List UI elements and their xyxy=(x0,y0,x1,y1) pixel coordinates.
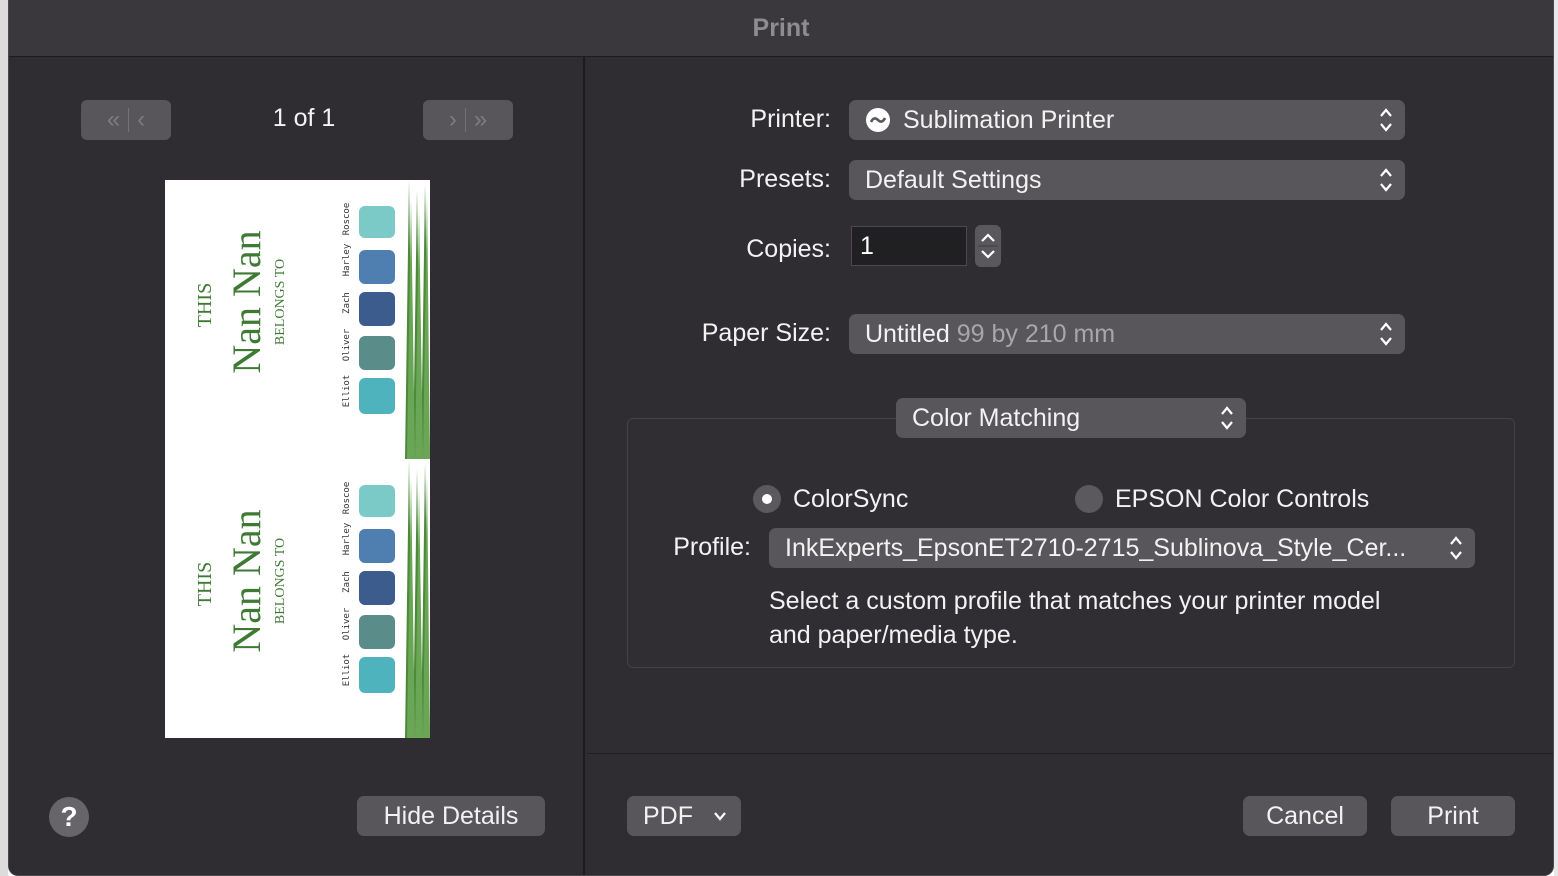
preview-pane: « ‹ 1 of 1 › » THIS Nan Nan BELONGS TO E… xyxy=(9,57,585,875)
dialog-title: Print xyxy=(9,0,1553,57)
sticker-belongs: BELONGS TO xyxy=(273,537,288,625)
nav-separator xyxy=(128,108,130,132)
sticker-kid-name: Zach xyxy=(342,571,352,593)
print-dialog: Print « ‹ 1 of 1 › » THIS Nan Nan BELONG… xyxy=(8,0,1554,876)
sticker-top: THIS Nan Nan BELONGS TO Elliot Oliver Za… xyxy=(165,180,430,459)
presets-label: Presets: xyxy=(739,165,831,193)
grass-illustration xyxy=(405,459,430,738)
pdf-menu-button[interactable]: PDF xyxy=(627,796,741,836)
epson-color-controls-label[interactable]: EPSON Color Controls xyxy=(1115,485,1369,514)
sticker-name: Nan Nan xyxy=(224,509,269,653)
panel-value: Color Matching xyxy=(912,403,1081,432)
background-window-edge-right xyxy=(1554,0,1558,876)
hide-details-button[interactable]: Hide Details xyxy=(357,796,545,836)
updown-chevron-icon xyxy=(1450,536,1462,560)
paper-size-name: Untitled xyxy=(865,319,950,348)
page-preview: THIS Nan Nan BELONGS TO Elliot Oliver Za… xyxy=(165,180,430,738)
paper-size-select[interactable]: Untitled 99 by 210 mm xyxy=(849,314,1405,354)
prev-page-buttons[interactable]: « ‹ xyxy=(81,100,171,140)
epson-color-controls-radio[interactable] xyxy=(1075,485,1103,513)
print-button[interactable]: Print xyxy=(1391,796,1515,836)
sticker-kid-name: Elliot xyxy=(342,374,352,408)
footer-divider xyxy=(587,753,1553,754)
sticker-kid-name: Roscoe xyxy=(342,481,352,515)
pdf-label: PDF xyxy=(643,801,693,830)
sticker-kid-name: Elliot xyxy=(342,653,352,687)
profile-label: Profile: xyxy=(673,533,751,561)
profile-select[interactable]: InkExperts_EpsonET2710-2715_Sublinova_St… xyxy=(769,528,1475,568)
sticker-this: THIS xyxy=(194,561,216,607)
colorsync-radio[interactable] xyxy=(753,485,781,513)
settings-pane: Printer: Sublimation Printer Presets: De… xyxy=(587,57,1553,875)
sticker-bottom: THIS Nan Nan BELONGS TO Elliot Oliver Za… xyxy=(165,459,430,738)
cancel-button[interactable]: Cancel xyxy=(1243,796,1367,836)
copies-label: Copies: xyxy=(746,235,831,263)
help-button[interactable]: ? xyxy=(49,797,89,837)
presets-select[interactable]: Default Settings xyxy=(849,160,1405,200)
colorsync-label[interactable]: ColorSync xyxy=(793,485,908,514)
copies-stepper[interactable] xyxy=(975,225,1001,267)
printer-select[interactable]: Sublimation Printer xyxy=(849,100,1405,140)
updown-chevron-icon xyxy=(1380,322,1392,346)
profile-value: InkExperts_EpsonET2710-2715_Sublinova_St… xyxy=(785,533,1407,562)
sticker-name: Nan Nan xyxy=(224,230,269,374)
first-page-icon[interactable]: « xyxy=(107,106,120,134)
profile-help-line1: Select a custom profile that matches you… xyxy=(769,587,1381,615)
wellington-boots-illustration xyxy=(359,206,395,414)
nav-separator xyxy=(464,108,466,132)
printer-value: Sublimation Printer xyxy=(903,105,1115,134)
stepper-arrows-icon xyxy=(978,233,998,259)
paper-size-dims: 99 by 210 mm xyxy=(956,319,1116,348)
next-page-buttons[interactable]: › » xyxy=(423,100,513,140)
grass-illustration xyxy=(405,180,430,459)
sticker-this: THIS xyxy=(194,282,216,328)
page-indicator: 1 of 1 xyxy=(272,104,336,132)
chevron-down-icon xyxy=(714,812,726,821)
profile-help-line2: and paper/media type. xyxy=(769,621,1018,649)
wellington-boots-illustration xyxy=(359,485,395,693)
panel-select[interactable]: Color Matching xyxy=(896,398,1246,438)
sticker-kid-name: Zach xyxy=(342,292,352,314)
last-page-icon[interactable]: » xyxy=(474,106,487,134)
copies-input[interactable]: 1 xyxy=(851,226,967,266)
next-page-icon[interactable]: › xyxy=(449,106,457,134)
updown-chevron-icon xyxy=(1380,108,1392,132)
background-window-edge xyxy=(0,0,8,876)
previous-page-icon[interactable]: ‹ xyxy=(137,106,145,134)
sticker-kid-name: Roscoe xyxy=(342,202,352,236)
paper-size-label: Paper Size: xyxy=(701,319,831,347)
presets-value: Default Settings xyxy=(865,165,1042,194)
sticker-belongs: BELONGS TO xyxy=(273,258,288,346)
updown-chevron-icon xyxy=(1380,168,1392,192)
printer-icon xyxy=(866,108,890,132)
printer-label: Printer: xyxy=(750,105,831,133)
updown-chevron-icon xyxy=(1221,406,1233,430)
